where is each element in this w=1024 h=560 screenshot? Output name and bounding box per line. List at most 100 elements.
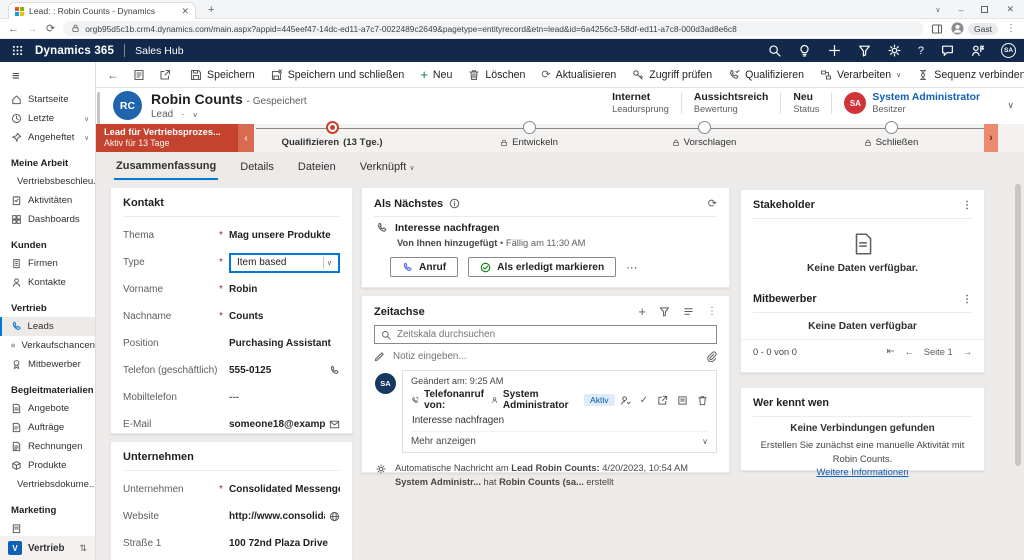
- window-minimize-button[interactable]: –: [958, 5, 963, 15]
- first-page-icon[interactable]: ⇤: [887, 346, 895, 357]
- competitors-more-icon[interactable]: ⋮: [962, 294, 972, 305]
- info-icon[interactable]: [449, 198, 460, 209]
- prev-page-icon[interactable]: ←: [904, 347, 913, 357]
- bpf-process-box[interactable]: Lead für Vertriebsprozes... Aktiv für 13…: [96, 124, 238, 152]
- field-lastname[interactable]: Nachname* Counts: [111, 303, 352, 330]
- bpf-stage-propose[interactable]: Vorschlagen: [624, 124, 784, 148]
- new-tab-button[interactable]: +: [208, 4, 214, 16]
- browser-forward-icon[interactable]: →: [27, 23, 38, 35]
- timeline-collapse-icon[interactable]: [683, 306, 694, 317]
- note-icon[interactable]: [677, 395, 688, 406]
- field-email[interactable]: E-Mail someone18@example.com: [111, 411, 352, 438]
- waffle-icon[interactable]: [0, 45, 35, 56]
- sidebar-item-leads[interactable]: Leads: [0, 317, 95, 336]
- help-icon[interactable]: ?: [918, 45, 924, 57]
- field-mobile-phone[interactable]: Mobiltelefon ---: [111, 384, 352, 411]
- mark-complete-button[interactable]: Als erledigt markieren: [468, 257, 616, 277]
- sidebar-item-contacts[interactable]: Kontakte: [0, 273, 95, 292]
- more-options-icon[interactable]: ⋯: [626, 261, 637, 274]
- assign-person-icon[interactable]: [620, 395, 631, 406]
- globe-icon[interactable]: [329, 511, 340, 522]
- record-entity[interactable]: Lead · ∨: [151, 109, 198, 120]
- sidebar-item-invoices[interactable]: Rechnungen: [0, 437, 95, 456]
- timeline-entry-autopost[interactable]: Automatische Nachricht am Lead Robin Cou…: [362, 453, 729, 490]
- dynamics-brand[interactable]: Dynamics 365: [35, 45, 114, 57]
- next-activity[interactable]: Interesse nachfragen: [376, 222, 715, 234]
- settings-gear-icon[interactable]: [888, 44, 901, 57]
- timeline-entry-phonecall[interactable]: SA Geändert am: 9:25 AM Telefonanruf von…: [402, 370, 717, 453]
- filter-icon[interactable]: [858, 44, 871, 57]
- stakeholder-more-icon[interactable]: ⋮: [962, 200, 972, 211]
- field-topic[interactable]: Thema* Mag unsere Produkte: [111, 222, 352, 249]
- field-jobtitle[interactable]: Position Purchasing Assistant: [111, 330, 352, 357]
- sidebar-item-competitors[interactable]: Mitbewerber: [0, 355, 95, 374]
- app-name[interactable]: Sales Hub: [135, 45, 183, 57]
- search-icon[interactable]: [768, 44, 781, 57]
- sidebar-item-pinned[interactable]: Angeheftet∨: [0, 128, 95, 147]
- timeline-search-input[interactable]: [397, 329, 710, 340]
- field-street1[interactable]: Straße 1 100 72nd Plaza Drive: [111, 530, 352, 557]
- timeline-add-icon[interactable]: +: [638, 304, 646, 319]
- lightbulb-icon[interactable]: [798, 44, 811, 57]
- paperclip-icon[interactable]: [706, 351, 717, 362]
- header-field-status[interactable]: Neu Status: [781, 92, 832, 114]
- user-avatar[interactable]: SA: [1001, 43, 1016, 58]
- email-icon[interactable]: [329, 419, 340, 430]
- trash-icon[interactable]: [697, 395, 708, 406]
- next-page-icon[interactable]: →: [963, 347, 972, 357]
- sidebar-item-recent[interactable]: Letzte∨: [0, 109, 95, 128]
- phone-icon[interactable]: [329, 365, 340, 376]
- area-switcher[interactable]: V Vertrieb ⇅: [0, 536, 95, 560]
- body-scrollbar-thumb[interactable]: [1015, 184, 1021, 466]
- sidebar-item-orders[interactable]: Aufträge: [0, 418, 95, 437]
- field-website[interactable]: Website http://www.consolidatedmes...: [111, 503, 352, 530]
- field-type[interactable]: Type* Item based ∨: [111, 249, 352, 276]
- quick-create-icon[interactable]: [828, 44, 841, 57]
- sidebar-item-sales-accelerator[interactable]: Vertriebsbeschleu...: [0, 172, 95, 191]
- show-more-link[interactable]: Mehr anzeigen ∨: [411, 431, 708, 447]
- bpf-stage-develop[interactable]: Entwickeln: [449, 124, 609, 148]
- call-button[interactable]: Anruf: [390, 257, 458, 277]
- note-input[interactable]: [393, 351, 698, 362]
- sidebar-item-activities[interactable]: Aktivitäten: [0, 191, 95, 210]
- browser-menu-icon[interactable]: ⋮: [1006, 23, 1016, 34]
- feedback-chat-icon[interactable]: [941, 44, 954, 57]
- sidebar-item-opportunities[interactable]: Verkaufschancen: [0, 336, 95, 355]
- sidebar-item-accounts[interactable]: Firmen: [0, 254, 95, 273]
- header-expand-chevron-icon[interactable]: ∨: [1007, 100, 1014, 111]
- timeline-more-icon[interactable]: ⋮: [707, 306, 717, 317]
- sidebar-item-quotes[interactable]: Angebote: [0, 399, 95, 418]
- tab-files[interactable]: Dateien: [296, 157, 338, 179]
- tab-summary[interactable]: Zusammenfassung: [114, 156, 218, 180]
- tab-close-icon[interactable]: ✕: [181, 6, 189, 17]
- header-field-lead-source[interactable]: Internet Leadursprung: [600, 92, 682, 114]
- browser-back-icon[interactable]: ←: [8, 23, 19, 35]
- tab-details[interactable]: Details: [238, 157, 276, 179]
- tab-search-chevron-icon[interactable]: ∨: [935, 6, 940, 14]
- field-company[interactable]: Unternehmen* Consolidated Messenger: [111, 476, 352, 503]
- browser-profile-button[interactable]: Gast: [951, 22, 998, 35]
- sidebar-item-dashboards[interactable]: Dashboards: [0, 210, 95, 229]
- url-field[interactable]: orgb95d5c1b.crm4.dynamics.com/main.aspx?…: [63, 21, 923, 36]
- header-field-owner[interactable]: SA System Administrator Besitzer: [832, 92, 992, 114]
- timeline-note-row[interactable]: [374, 351, 717, 362]
- header-field-rating[interactable]: Aussichtsreich Bewertung: [682, 92, 782, 114]
- split-screen-icon[interactable]: [931, 23, 943, 35]
- type-combobox[interactable]: Item based ∨: [229, 253, 340, 273]
- field-firstname[interactable]: Vorname* Robin: [111, 276, 352, 303]
- bpf-stage-qualify[interactable]: Qualifizieren(13 Tge.): [252, 124, 412, 148]
- bpf-next-stage-button[interactable]: ›: [984, 124, 998, 152]
- browser-tab[interactable]: Lead: : Robin Counts - Dynamics ✕: [8, 2, 196, 19]
- sync-icon[interactable]: ⟳: [708, 197, 717, 210]
- person-flag-icon[interactable]: [971, 44, 984, 57]
- field-business-phone[interactable]: Telefon (geschäftlich) 555-0125: [111, 357, 352, 384]
- timeline-search[interactable]: [374, 325, 717, 344]
- browser-reload-icon[interactable]: ⟳: [46, 22, 55, 35]
- more-info-link[interactable]: Weitere Informationen: [816, 466, 908, 477]
- sidebar-item-products[interactable]: Produkte: [0, 456, 95, 475]
- window-maximize-button[interactable]: [981, 6, 988, 13]
- window-close-button[interactable]: ✕: [1006, 4, 1014, 15]
- sitemap-hamburger-icon[interactable]: ≡: [0, 62, 95, 88]
- bpf-stage-close[interactable]: Schließen: [811, 124, 971, 148]
- complete-check-icon[interactable]: ✓: [640, 395, 648, 406]
